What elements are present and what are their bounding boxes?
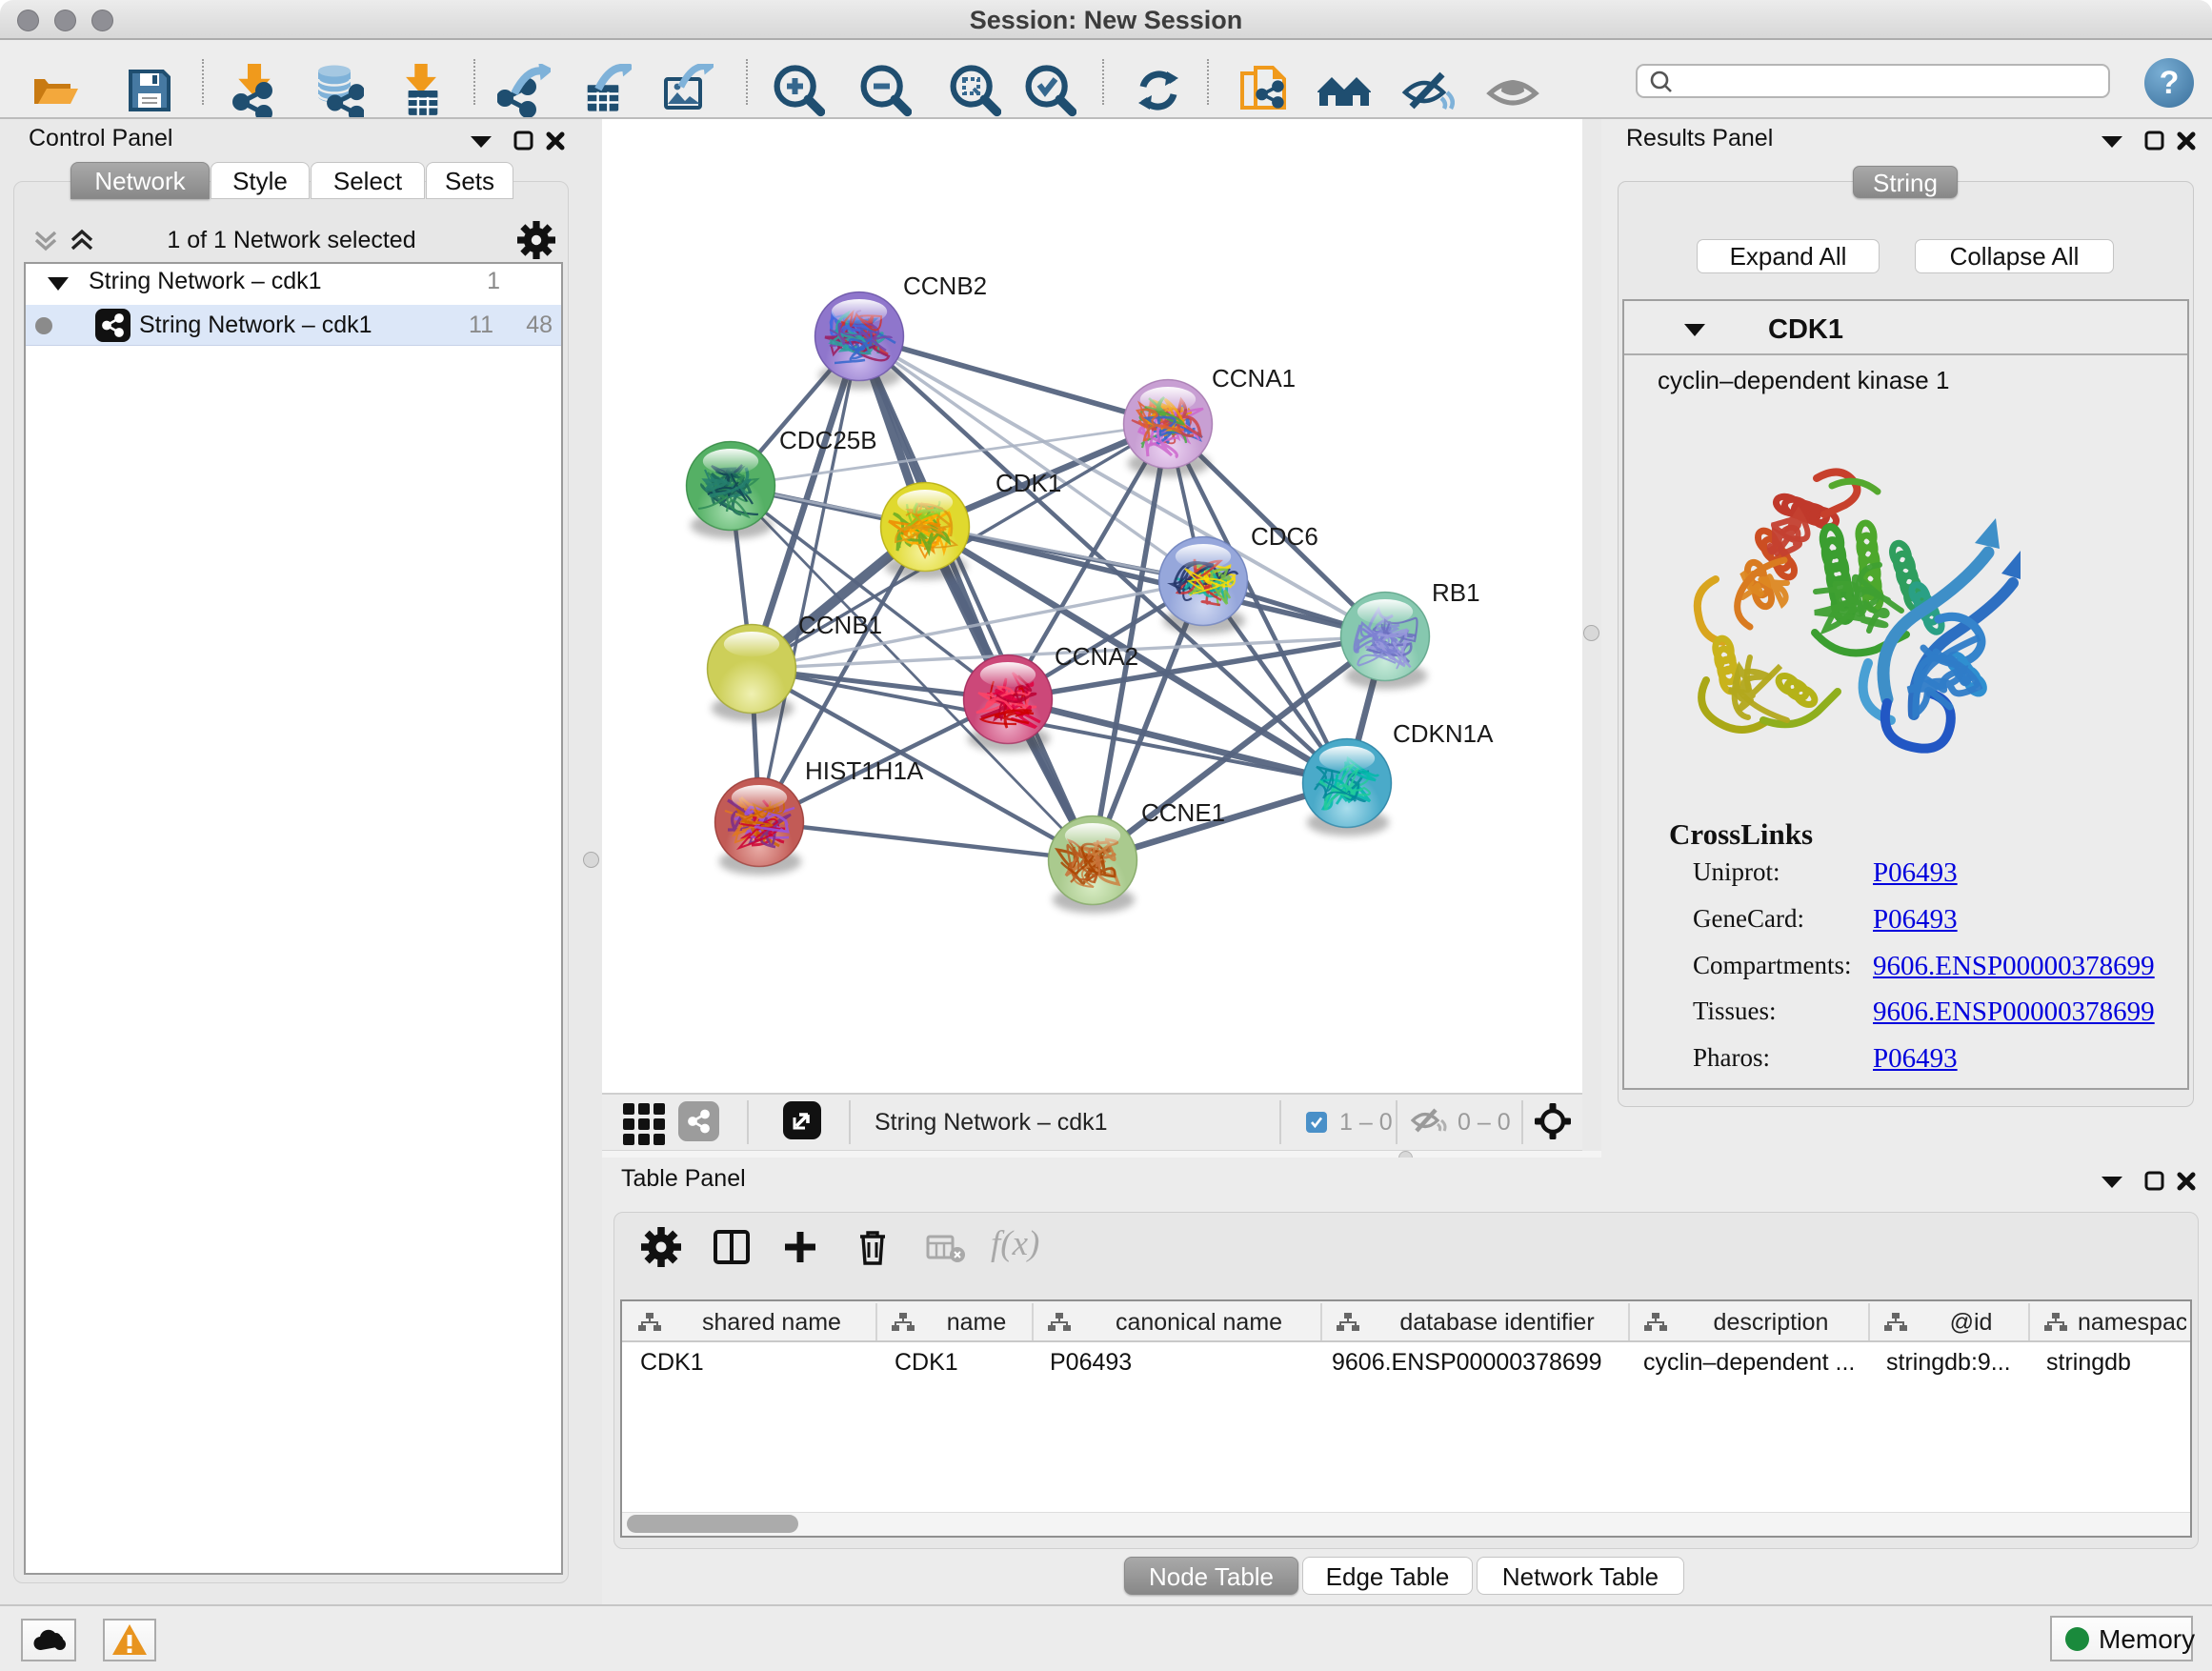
svg-text:CCNB1: CCNB1 [798,611,882,639]
svg-text:CCNA1: CCNA1 [1212,364,1296,393]
svg-text:CDC6: CDC6 [1251,522,1318,551]
svg-text:CDC25B: CDC25B [779,426,877,454]
svg-text:CDKN1A: CDKN1A [1393,719,1494,748]
svg-text:CDK1: CDK1 [995,469,1061,497]
svg-text:CCNE1: CCNE1 [1141,798,1225,827]
svg-text:CCNA2: CCNA2 [1055,642,1138,671]
svg-text:RB1: RB1 [1432,578,1480,607]
svg-text:CCNB2: CCNB2 [903,272,987,300]
svg-text:HIST1H1A: HIST1H1A [805,756,924,785]
